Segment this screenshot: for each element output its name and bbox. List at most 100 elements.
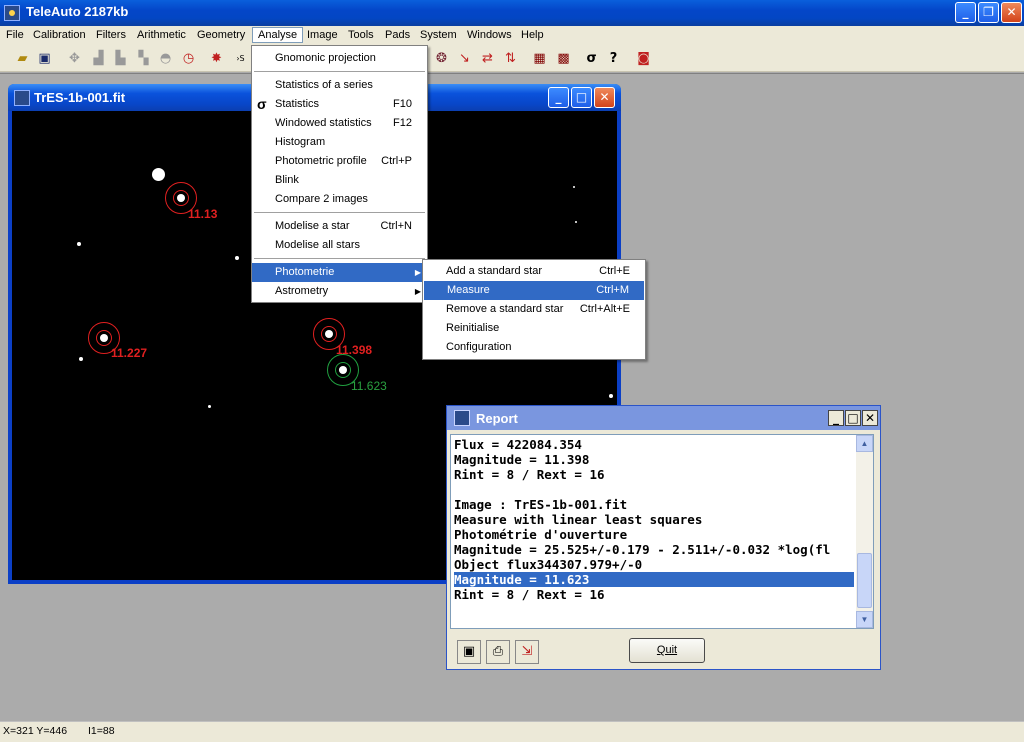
menu-item-photometrie[interactable]: Photometrie ▶ [252,263,427,282]
menu-file[interactable]: File [6,29,24,41]
photometrie-submenu: Add a standard star Ctrl+E Measure Ctrl+… [422,259,646,360]
image-minimize-button[interactable]: _ [548,87,569,108]
menu-image[interactable]: Image [307,29,338,41]
menu-item-photometric-profile[interactable]: Photometric profile Ctrl+P [252,152,427,171]
menu-item-modelise-all-stars[interactable]: Modelise all stars [252,236,427,255]
report-window[interactable]: Report _ □ ✕ Flux = 422084.354 Magnitude… [446,405,881,670]
minimize-button[interactable]: _ [955,2,976,23]
target-icon[interactable]: ◙ [635,50,652,67]
star-magnitude-label: 11.13 [188,207,218,221]
menu-item-modelise-star[interactable]: Modelise a star Ctrl+N [252,217,427,236]
report-scrollbar[interactable]: ▲ ▼ [856,435,873,628]
image-maximize-button[interactable]: □ [571,87,592,108]
report-close-button[interactable]: ✕ [862,410,878,426]
submenu-arrow-icon: ▶ [414,287,421,296]
star [77,242,81,246]
menu-pads[interactable]: Pads [385,29,410,41]
tool-shape-2-icon[interactable]: ▙ [112,50,129,67]
report-maximize-button[interactable]: □ [845,410,861,426]
report-line: Image : TrES-1b-001.fit [454,497,628,512]
star [177,194,185,202]
menu-system[interactable]: System [420,29,457,41]
sigma-icon[interactable]: σ [583,50,600,67]
image-window-title: TrES-1b-001.fit [34,90,126,105]
close-button[interactable]: ✕ [1001,2,1022,23]
star-magnitude-label: 11.227 [111,346,148,360]
export-icon: ⇲ [521,644,533,659]
scroll-down-icon[interactable]: ▼ [856,611,873,628]
menu-item-remove-standard-star[interactable]: Remove a standard star Ctrl+Alt+E [423,300,645,319]
tool-shape-1-icon[interactable]: ▟ [90,50,107,67]
export-report-button[interactable]: ⇲ [515,640,539,664]
report-line: Rint = 8 / Rext = 16 [454,467,605,482]
quit-button[interactable]: Quit [629,638,705,663]
report-line: Measure with linear least squares [454,512,703,527]
menu-help[interactable]: Help [521,29,544,41]
menubar: File Calibration Filters Arithmetic Geom… [0,26,1024,46]
report-title: Report [476,411,518,426]
mirror-icon[interactable]: ⇅ [502,50,519,67]
star-magnitude-label: 11.623 [351,379,387,393]
menu-item-astrometry[interactable]: Astrometry ▶ [252,282,427,301]
scroll-thumb[interactable] [857,553,872,608]
bug-icon[interactable]: ✸ [208,50,225,67]
save-icon[interactable]: ▣ [36,50,53,67]
report-line-selected: Magnitude = 11.623 [454,572,854,587]
menu-item-add-standard-star[interactable]: Add a standard star Ctrl+E [423,262,645,281]
menu-windows[interactable]: Windows [467,29,512,41]
menu-item-windowed-statistics[interactable]: Windowed statistics F12 [252,114,427,133]
report-titlebar[interactable]: Report _ □ ✕ [447,406,880,430]
menu-analyse[interactable]: Analyse [252,27,304,43]
print-report-button[interactable]: ⎙ [486,640,510,664]
report-minimize-button[interactable]: _ [828,410,844,426]
report-window-icon [454,410,470,426]
report-line [454,482,854,497]
menu-calibration[interactable]: Calibration [33,29,86,41]
menu-item-gnomonic-projection[interactable]: Gnomonic projection [252,49,427,68]
report-line: Magnitude = 25.525+/-0.179 - 2.511+/-0.0… [454,542,831,557]
save-report-button[interactable]: ▣ [457,640,481,664]
sigma-icon: σ [257,96,267,112]
menu-arithmetic[interactable]: Arithmetic [137,29,186,41]
statusbar: X=321 Y=446 I1=88 [0,721,1024,742]
gear-icon[interactable]: ❂ [433,50,450,67]
star [235,256,239,260]
menu-item-configuration[interactable]: Configuration [423,338,645,357]
star [573,186,575,188]
menu-item-reinitialise[interactable]: Reinitialise [423,319,645,338]
image-close-button[interactable]: ✕ [594,87,615,108]
menu-item-measure[interactable]: Measure Ctrl+M [424,281,644,300]
restore-button[interactable]: ❐ [978,2,999,23]
tool-shape-3-icon[interactable]: ▚ [135,50,152,67]
menu-item-statistics-series[interactable]: Statistics of a series [252,76,427,95]
star [208,405,211,408]
report-text-area[interactable]: Flux = 422084.354 Magnitude = 11.398 Rin… [450,434,874,629]
app-title: TeleAuto 2187kb [26,4,129,19]
flip-icon[interactable]: ⇄ [479,50,496,67]
tool-shape-4-icon[interactable]: ◓ [157,50,174,67]
menu-geometry[interactable]: Geometry [197,29,245,41]
arrow-tool-icon[interactable]: ›Ѕ [232,50,249,67]
menu-filters[interactable]: Filters [96,29,126,41]
grid-icon[interactable]: ▦ [531,50,548,67]
menu-item-statistics[interactable]: σ Statistics F10 [252,95,427,114]
star [152,168,165,181]
image-window-icon [14,90,30,106]
menu-item-compare-2-images[interactable]: Compare 2 images [252,190,427,209]
menu-item-blink[interactable]: Blink [252,171,427,190]
menu-tools[interactable]: Tools [348,29,374,41]
clock-icon[interactable]: ◷ [180,50,197,67]
report-line: Rint = 8 / Rext = 16 [454,587,605,602]
menu-item-histogram[interactable]: Histogram [252,133,427,152]
move-icon[interactable]: ✥ [66,50,83,67]
menu-separator [254,71,425,72]
report-line: Object flux344307.979+/-0 [454,557,643,572]
app-icon[interactable] [4,5,20,21]
curve-icon[interactable]: ↘ [456,50,473,67]
mosaic-icon[interactable]: ▩ [555,50,572,67]
scroll-up-icon[interactable]: ▲ [856,435,873,452]
help-icon[interactable]: ? [605,50,622,67]
open-icon[interactable]: ▰ [14,50,31,67]
report-line: Photométrie d'ouverture [454,527,628,542]
main-titlebar[interactable]: TeleAuto 2187kb _ ❐ ✕ [0,0,1024,26]
